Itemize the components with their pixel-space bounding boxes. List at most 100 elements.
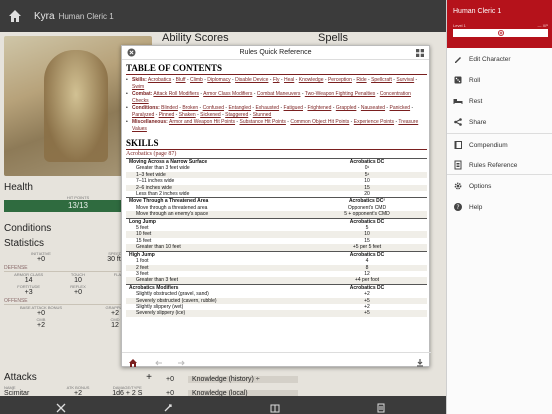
dialog-header: Rules Quick Reference	[122, 46, 429, 60]
ac-value[interactable]: 14	[4, 277, 53, 284]
menu-item[interactable]: Edit Character	[447, 50, 552, 68]
toc-link[interactable]: Shaken	[179, 112, 196, 118]
menu-item[interactable]: Roll	[447, 71, 552, 89]
ability-scores-tab[interactable]: Ability Scores	[162, 32, 229, 44]
toc-link[interactable]: Fly	[273, 77, 280, 83]
book-icon	[454, 141, 462, 149]
menu-item-label: Roll	[469, 76, 481, 84]
table-row: Greater than 10 feet +5 per 5 feet	[126, 244, 427, 252]
spells-tab[interactable]: Spells	[318, 32, 348, 44]
toc-link[interactable]: Staggered	[225, 112, 248, 118]
toc-link[interactable]: Frightened	[307, 105, 331, 111]
toc-link[interactable]: Armor Class Modifiers	[203, 91, 252, 97]
dialog-footer	[122, 352, 431, 367]
toc-link[interactable]: Pinned	[159, 112, 175, 118]
swords-icon[interactable]	[56, 400, 66, 413]
toc-link[interactable]: Spellcraft	[371, 77, 392, 83]
toc-link[interactable]: Paralyzed	[132, 112, 154, 118]
toc-link[interactable]: Blinded	[161, 105, 178, 111]
toc-link[interactable]: Climb	[190, 77, 203, 83]
toc-link[interactable]: Common Object Hit Points	[290, 119, 349, 125]
bab-value[interactable]: +0	[4, 310, 78, 317]
menu-item-label: Options	[469, 182, 492, 190]
toc-link[interactable]: Entangled	[228, 105, 251, 111]
toc-link[interactable]: Sickened	[200, 112, 221, 118]
toc-item: • Combat: Attack Roll Modifiers - Armor C…	[126, 91, 411, 104]
toc-link[interactable]: Survival	[396, 77, 414, 83]
toc-link[interactable]: Armor and Weapon Hit Points	[169, 119, 235, 125]
skill-row[interactable]: +0 Knowledge (history) ÷	[166, 374, 298, 384]
home-icon[interactable]	[8, 9, 22, 23]
cell-dc: Acrobatics DC²	[307, 197, 427, 205]
attacks-title: Attacks	[4, 372, 37, 383]
toc-link[interactable]: Swim	[132, 84, 144, 90]
acrobatics-subheading[interactable]: Acrobatics (page 87)	[126, 151, 427, 157]
initiative-value[interactable]: +0	[4, 256, 78, 263]
notes-icon[interactable]	[376, 400, 386, 413]
table-header-row: Long Jump Acrobatics DC	[126, 217, 427, 226]
dialog-title: Rules Quick Reference	[239, 49, 312, 56]
gear-icon	[454, 182, 462, 190]
table-row: Less than 2 inches wide 20	[126, 191, 427, 198]
toc-link[interactable]: Substance Hit Points	[240, 119, 286, 125]
forward-arrow-icon[interactable]	[176, 355, 186, 366]
toc-link[interactable]: Knowledge	[299, 77, 324, 83]
toc-link[interactable]: Heal	[284, 77, 294, 83]
add-attack-button[interactable]: +	[146, 372, 152, 383]
toc-link[interactable]: Stunned	[253, 112, 272, 118]
cmb-value[interactable]: +2	[4, 322, 78, 329]
cell-label: Less than 2 inches wide	[136, 191, 190, 198]
toc-item: • Skills: Acrobatics - Bluff - Climb - Di…	[126, 77, 418, 90]
toc-item: • Conditions: Blinded - Broken - Confused…	[126, 105, 414, 118]
menu-item[interactable]: Compendium	[447, 136, 552, 154]
toc-link[interactable]: Experience Points	[354, 119, 394, 125]
menu-item[interactable]: Options	[447, 177, 552, 195]
toc-link[interactable]: Perception	[328, 77, 352, 83]
toc-link[interactable]: Exhausted	[255, 105, 279, 111]
cell-label: High Jump	[126, 250, 307, 259]
back-arrow-icon[interactable]	[154, 355, 164, 366]
close-icon[interactable]	[127, 48, 136, 57]
acrobatics-dc-table: Moving Across a Narrow Surface Acrobatics…	[126, 158, 427, 317]
toc-link[interactable]: Broken	[182, 105, 198, 111]
toc-link[interactable]: Bluff	[176, 77, 186, 83]
cell-label: Greater than 10 feet	[126, 244, 307, 252]
toc-link[interactable]: Ride	[356, 77, 366, 83]
menu-item[interactable]: Rest	[447, 92, 552, 110]
xp-bar[interactable]	[453, 29, 548, 37]
toc-link[interactable]: Disable Device	[235, 77, 268, 83]
download-icon[interactable]	[415, 355, 425, 367]
table-row: Move through an enemy's space 5 + opponen…	[126, 211, 427, 219]
toc-link[interactable]: Combat Maneuvers	[257, 91, 301, 97]
menu-item[interactable]: Rules Reference	[447, 156, 552, 174]
toc-link[interactable]: Panicked	[390, 105, 411, 111]
menu-item[interactable]: Share	[447, 113, 552, 131]
toc-link[interactable]: Attack Roll Modifiers	[153, 91, 199, 97]
table-header-row: Move Through a Threatened Area Acrobatics…	[126, 197, 427, 205]
toc-section-label: Conditions:	[132, 105, 160, 111]
level-label: Level 1	[453, 23, 466, 28]
grid-icon[interactable]	[416, 49, 424, 57]
pencil-icon	[455, 57, 461, 63]
rules-icon	[454, 160, 462, 170]
cell-dc: +4 per foot	[307, 277, 427, 285]
menu-item-label: Share	[469, 118, 487, 126]
dialog-content[interactable]: TABLE OF CONTENTS • Skills: Acrobatics - …	[122, 60, 431, 354]
touch-value[interactable]: 10	[53, 277, 102, 284]
fortitude-value[interactable]: +3	[4, 289, 53, 296]
toc-link[interactable]: Acrobatics	[148, 77, 171, 83]
character-name: Kyra	[34, 10, 55, 22]
toc-link[interactable]: Two-Weapon Fighting Penalties	[305, 91, 376, 97]
toc-link[interactable]: Grappled	[336, 105, 357, 111]
toc-link[interactable]: Fatigued	[284, 105, 303, 111]
add-xp-icon[interactable]	[497, 30, 504, 36]
toc-link[interactable]: Nauseated	[361, 105, 385, 111]
home-icon[interactable]	[128, 355, 138, 367]
spellbook-icon[interactable]	[270, 400, 280, 413]
toc-link[interactable]: Confused	[203, 105, 224, 111]
toc-link[interactable]: Diplomacy	[207, 77, 230, 83]
menu-item[interactable]: ? Help	[447, 198, 552, 216]
toc-section-label: Skills:	[132, 77, 147, 83]
reflex-value[interactable]: +0	[53, 289, 102, 296]
tools-icon[interactable]	[163, 400, 173, 412]
